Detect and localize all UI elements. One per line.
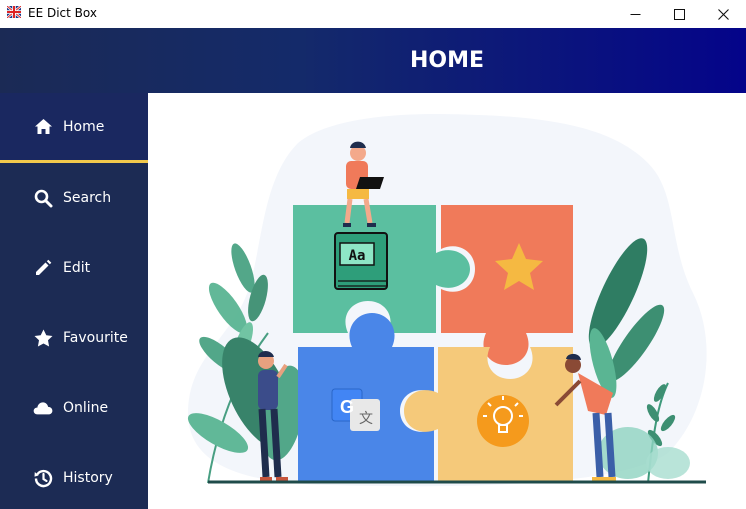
minimize-button[interactable] [612, 0, 658, 28]
sidebar-item-label: Favourite [63, 330, 128, 346]
sidebar-item-favourite[interactable]: Favourite [0, 303, 148, 373]
book-aa-label: Aa [349, 248, 366, 264]
page-header: HOME [0, 28, 746, 93]
sidebar-item-search[interactable]: Search [0, 163, 148, 233]
home-icon [33, 117, 53, 137]
lightbulb-icon [477, 395, 529, 447]
dictionary-book-icon: Aa [334, 232, 388, 290]
close-button[interactable] [700, 0, 746, 28]
maximize-button[interactable] [656, 0, 702, 28]
window-title: EE Dict Box [28, 6, 97, 20]
translate-g-label: G [340, 397, 354, 417]
main-content: G 文 Aa [148, 93, 746, 509]
sidebar-item-home[interactable]: Home [0, 93, 148, 163]
translate-char-label: 文 [359, 411, 373, 427]
sidebar-item-edit[interactable]: Edit [0, 233, 148, 303]
close-icon [717, 8, 729, 20]
pencil-icon [33, 258, 53, 278]
sidebar-item-label: History [63, 470, 113, 486]
window-titlebar: EE Dict Box [0, 0, 746, 28]
sidebar-item-label: Search [63, 190, 112, 206]
minimize-icon [630, 13, 640, 15]
sidebar-item-label: Edit [63, 260, 91, 276]
sidebar-item-online[interactable]: Online [0, 373, 148, 443]
sidebar-item-label: Online [63, 400, 109, 416]
star-icon [33, 328, 53, 348]
puzzle-illustration: G 文 Aa [187, 113, 707, 487]
page-title: HOME [409, 48, 485, 73]
sidebar-item-history[interactable]: History [0, 443, 148, 509]
history-icon [33, 468, 53, 488]
maximize-icon [673, 8, 685, 20]
app-flag-icon [7, 6, 21, 18]
cloud-icon [33, 398, 53, 418]
search-icon [33, 188, 53, 208]
sidebar-item-label: Home [63, 118, 105, 135]
sidebar: Home Search Edit Favourite Online Histor… [0, 93, 148, 509]
